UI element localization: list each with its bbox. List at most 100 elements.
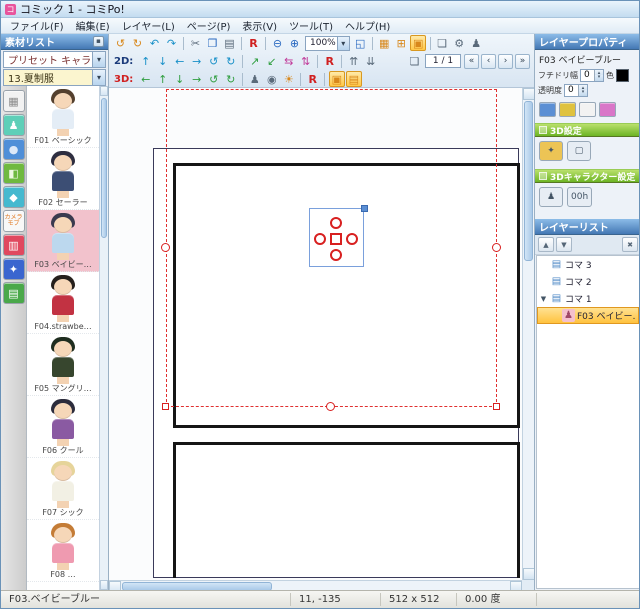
- selection-handle-right[interactable]: [492, 243, 501, 252]
- object-box-button[interactable]: ▢: [567, 141, 591, 161]
- character-pose-button[interactable]: ♟: [539, 187, 563, 207]
- material-f07[interactable]: F07 シック: [27, 458, 99, 520]
- scroll-up-icon[interactable]: [523, 88, 534, 100]
- prev-page-button[interactable]: ‹: [481, 54, 496, 69]
- category-book[interactable]: ▤: [3, 282, 25, 304]
- paste-icon[interactable]: ▤: [222, 35, 238, 51]
- gizmo-handle-bottom[interactable]: [330, 249, 342, 261]
- layer-up-button[interactable]: ▲: [538, 237, 554, 252]
- category-camera-mob[interactable]: カメラモブ: [3, 210, 25, 232]
- selection-handle-bottom[interactable]: [326, 402, 335, 411]
- copy-icon[interactable]: ❐: [205, 35, 221, 51]
- render-quality-toggle[interactable]: ▣: [329, 71, 345, 87]
- menu-help[interactable]: ヘルプ(H): [339, 18, 396, 33]
- material-f05[interactable]: F05 マングリ…: [27, 334, 99, 396]
- layer-koma-3[interactable]: ▤ コマ 3: [537, 256, 639, 273]
- rotate-page-ccw-icon[interactable]: ↺: [113, 35, 129, 51]
- send-back-icon[interactable]: ⇊: [363, 53, 379, 69]
- reset-2d-button[interactable]: R: [246, 35, 262, 51]
- last-page-button[interactable]: »: [515, 54, 530, 69]
- grid-toggle-icon[interactable]: ▦: [376, 35, 392, 51]
- move-up-icon[interactable]: ↑: [138, 53, 154, 69]
- style-plain-button[interactable]: [579, 102, 596, 117]
- cut-icon[interactable]: ✂: [188, 35, 204, 51]
- scrollbar-thumb[interactable]: [101, 98, 107, 238]
- category-manga-lines[interactable]: ▥: [3, 234, 25, 256]
- canvas-vertical-scrollbar[interactable]: [522, 88, 534, 580]
- zoom-in-icon[interactable]: ⊕: [287, 35, 303, 51]
- style-blue-button[interactable]: [539, 102, 556, 117]
- hand-tool-button[interactable]: ✦: [539, 141, 563, 161]
- bring-front-icon[interactable]: ⇈: [346, 53, 362, 69]
- delete-layer-button[interactable]: ✖: [622, 237, 638, 252]
- selection-handle-left[interactable]: [161, 243, 170, 252]
- layer-koma-1[interactable]: ▼ ▤ コマ 1: [537, 290, 639, 307]
- material-f02[interactable]: F02 セーラー: [27, 148, 99, 210]
- move-3d-up-icon[interactable]: ↑: [155, 71, 171, 87]
- rotate-page-cw-icon[interactable]: ↻: [130, 35, 146, 51]
- scale-down-icon[interactable]: ↙: [264, 53, 280, 69]
- first-page-button[interactable]: «: [464, 54, 479, 69]
- outline-color-swatch[interactable]: [616, 69, 629, 82]
- menu-file[interactable]: ファイル(F): [4, 18, 70, 33]
- zoom-out-icon[interactable]: ⊖: [270, 35, 286, 51]
- flip-vertical-icon[interactable]: ⇅: [298, 53, 314, 69]
- layer-down-button[interactable]: ▼: [556, 237, 572, 252]
- move-3d-down-icon[interactable]: ↓: [172, 71, 188, 87]
- move-left-icon[interactable]: ←: [172, 53, 188, 69]
- zoom-level-select[interactable]: 100%: [305, 36, 350, 51]
- undo-icon[interactable]: ↶: [147, 35, 163, 51]
- rotate-cw-icon[interactable]: ↻: [223, 53, 239, 69]
- scroll-up-icon[interactable]: [100, 86, 108, 96]
- category-3d-character[interactable]: ♟: [3, 114, 25, 136]
- motion-time-button[interactable]: 00h: [567, 187, 592, 207]
- menu-page[interactable]: ページ(P): [181, 18, 237, 33]
- material-f01[interactable]: F01 ベーシック: [27, 86, 99, 148]
- rotate-3d-cw-icon[interactable]: ↻: [223, 71, 239, 87]
- reset-transform-button[interactable]: R: [322, 53, 338, 69]
- outline-width-stepper[interactable]: 0: [580, 69, 604, 82]
- scroll-down-icon[interactable]: [100, 580, 108, 590]
- scrollbar-thumb[interactable]: [524, 101, 533, 261]
- material-f06[interactable]: F06 クール: [27, 396, 99, 458]
- category-3d-item[interactable]: ●: [3, 138, 25, 160]
- category-select[interactable]: プリセット キャラ: [3, 51, 106, 68]
- rotate-ccw-icon[interactable]: ↺: [206, 53, 222, 69]
- light-icon[interactable]: ☀: [281, 71, 297, 87]
- next-page-button[interactable]: ›: [498, 54, 513, 69]
- menu-view[interactable]: 表示(V): [236, 18, 283, 33]
- reset-3d-button[interactable]: R: [305, 71, 321, 87]
- style-pink-button[interactable]: [599, 102, 616, 117]
- camera-icon[interactable]: ◉: [264, 71, 280, 87]
- texture-toggle[interactable]: ▤: [346, 71, 362, 87]
- panel-menu-icon[interactable]: ▪: [93, 36, 104, 47]
- move-3d-right-icon[interactable]: →: [189, 71, 205, 87]
- layer-koma-2[interactable]: ▤ コマ 2: [537, 273, 639, 290]
- zoom-fit-icon[interactable]: ◱: [352, 35, 368, 51]
- gizmo-handle-top[interactable]: [330, 217, 342, 229]
- move-3d-left-icon[interactable]: ←: [138, 71, 154, 87]
- category-3d-background[interactable]: ◧: [3, 162, 25, 184]
- gizmo-center-handle[interactable]: [330, 233, 342, 245]
- flip-horizontal-icon[interactable]: ⇆: [281, 53, 297, 69]
- settings-icon[interactable]: ⚙: [451, 35, 467, 51]
- scroll-down-icon[interactable]: [523, 568, 534, 580]
- frame-guide-icon[interactable]: ▣: [410, 35, 426, 51]
- category-flash[interactable]: ✦: [3, 258, 25, 280]
- style-yellow-button[interactable]: [559, 102, 576, 117]
- layer-f03-baby-blue[interactable]: ♟ F03 ベイビー…: [537, 307, 639, 324]
- rotate-3d-ccw-icon[interactable]: ↺: [206, 71, 222, 87]
- menu-layer[interactable]: レイヤー(L): [116, 18, 181, 33]
- expander-icon[interactable]: ▼: [539, 295, 548, 303]
- scale-up-icon[interactable]: ↗: [247, 53, 263, 69]
- selection-corner-left[interactable]: [162, 403, 169, 410]
- add-character-icon[interactable]: ♟: [468, 35, 484, 51]
- category-effect[interactable]: ◆: [3, 186, 25, 208]
- redo-icon[interactable]: ↷: [164, 35, 180, 51]
- move-down-icon[interactable]: ↓: [155, 53, 171, 69]
- material-f08[interactable]: F08 …: [27, 520, 99, 582]
- snap-toggle-icon[interactable]: ⊞: [393, 35, 409, 51]
- material-f03[interactable]: F03 ベイビー…: [27, 210, 99, 272]
- category-all[interactable]: ▦: [3, 90, 25, 112]
- canvas[interactable]: [109, 88, 534, 592]
